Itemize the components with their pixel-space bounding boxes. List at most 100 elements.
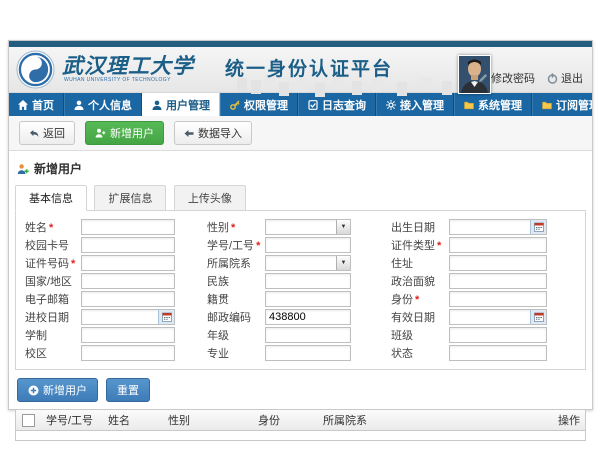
chevron-down-icon[interactable]: ▼ bbox=[336, 220, 350, 234]
nav-item-permissions[interactable]: 权限管理 bbox=[220, 93, 298, 116]
department-select[interactable]: ▼ bbox=[265, 255, 351, 271]
tab-extended-info[interactable]: 扩展信息 bbox=[94, 185, 166, 211]
major-input[interactable] bbox=[265, 345, 351, 361]
key-icon bbox=[230, 100, 240, 110]
university-logo-icon bbox=[16, 50, 55, 89]
chevron-down-icon[interactable]: ▼ bbox=[336, 256, 350, 270]
campus-input[interactable] bbox=[81, 345, 175, 361]
campus-label: 校区 bbox=[25, 345, 81, 361]
plus-circle-icon bbox=[28, 385, 39, 396]
nav-item-profile[interactable]: 个人信息 bbox=[64, 93, 142, 116]
campus-card-label: 校园卡号 bbox=[25, 237, 81, 253]
new-user-icon bbox=[17, 163, 29, 175]
major-label: 专业 bbox=[207, 345, 265, 361]
tab-upload-photo[interactable]: 上传头像 bbox=[174, 185, 246, 211]
nav-item-user-management[interactable]: 用户管理 bbox=[142, 93, 220, 116]
schooling-label: 学制 bbox=[25, 327, 81, 343]
grade-input[interactable] bbox=[265, 327, 351, 343]
country-label: 国家/地区 bbox=[25, 273, 81, 289]
name-input[interactable] bbox=[81, 219, 175, 235]
id-number-input[interactable] bbox=[81, 255, 175, 271]
ethnicity-input[interactable] bbox=[265, 273, 351, 289]
change-password-link[interactable]: 修改密码 bbox=[478, 70, 535, 86]
header: 武汉理工大学 WUHAN UNIVERSITY OF TECHNOLOGY 统一… bbox=[9, 47, 592, 93]
calendar-icon[interactable] bbox=[158, 310, 174, 324]
basic-info-form: 姓名* 性别* ▼ 出生日期 校园卡号 学号/工号* 证件类型* 证件号码* 所… bbox=[15, 210, 586, 370]
required-marker: * bbox=[231, 222, 235, 234]
political-status-label: 政治面貌 bbox=[391, 273, 449, 289]
form-row: 学制 年级 班级 bbox=[16, 326, 585, 343]
native-place-label: 籍贯 bbox=[207, 291, 265, 307]
select-all-checkbox[interactable] bbox=[22, 414, 35, 427]
left-arrow-icon bbox=[184, 129, 194, 138]
address-input[interactable] bbox=[449, 255, 547, 271]
university-name-en: WUHAN UNIVERSITY OF TECHNOLOGY bbox=[64, 77, 171, 83]
section-title: 新增用户 bbox=[34, 160, 82, 177]
form-row: 进校日期 邮政编码 有效日期 bbox=[16, 308, 585, 325]
gender-select[interactable]: ▼ bbox=[265, 219, 351, 235]
native-place-input[interactable] bbox=[265, 291, 351, 307]
required-marker: * bbox=[71, 258, 75, 270]
identity-input[interactable] bbox=[449, 291, 547, 307]
required-marker: * bbox=[49, 222, 53, 234]
column-department: 所属院系 bbox=[319, 412, 554, 428]
id-number-label: 证件号码* bbox=[25, 255, 81, 271]
back-arrow-icon bbox=[29, 129, 39, 138]
ethnicity-label: 民族 bbox=[207, 273, 265, 289]
email-input[interactable] bbox=[81, 291, 175, 307]
status-input[interactable] bbox=[449, 345, 547, 361]
nav-item-access[interactable]: 接入管理 bbox=[376, 93, 454, 116]
campus-card-input[interactable] bbox=[81, 237, 175, 253]
nav-item-logs[interactable]: 日志查询 bbox=[298, 93, 376, 116]
postal-code-input[interactable] bbox=[265, 309, 351, 325]
nav-item-system[interactable]: 系统管理 bbox=[454, 93, 532, 116]
back-button[interactable]: 返回 bbox=[19, 121, 75, 145]
nav-item-home[interactable]: 首页 bbox=[9, 93, 64, 116]
toolbar: 返回 新增用户 数据导入 bbox=[9, 116, 592, 151]
main-nav: 首页 个人信息 用户管理 权限管理 日志查询 接入管理 bbox=[9, 93, 592, 116]
enroll-date-label: 进校日期 bbox=[25, 309, 81, 325]
table-body-empty bbox=[16, 431, 585, 440]
valid-date-label: 有效日期 bbox=[391, 309, 449, 325]
country-input[interactable] bbox=[81, 273, 175, 289]
form-row: 电子邮箱 籍贯 身份* bbox=[16, 290, 585, 307]
add-user-button[interactable]: 新增用户 bbox=[85, 121, 164, 145]
submit-add-user-button[interactable]: 新增用户 bbox=[17, 378, 98, 402]
folder-icon bbox=[542, 100, 552, 110]
form-actions: 新增用户 重置 bbox=[17, 378, 584, 402]
folder-icon bbox=[464, 100, 474, 110]
user-icon bbox=[152, 100, 162, 110]
required-marker: * bbox=[256, 240, 260, 252]
class-label: 班级 bbox=[391, 327, 449, 343]
nav-item-subscription[interactable]: 订阅管理 bbox=[532, 93, 592, 116]
id-type-input[interactable] bbox=[449, 237, 547, 253]
form-row: 姓名* 性别* ▼ 出生日期 bbox=[16, 218, 585, 235]
column-name: 姓名 bbox=[104, 412, 164, 428]
gender-label: 性别* bbox=[207, 219, 265, 235]
power-icon bbox=[547, 73, 558, 84]
department-label: 所属院系 bbox=[207, 255, 265, 271]
required-marker: * bbox=[437, 240, 441, 252]
header-links: 修改密码 退出 bbox=[478, 70, 583, 86]
form-row: 校区 专业 状态 bbox=[16, 344, 585, 361]
app-window: 武汉理工大学 WUHAN UNIVERSITY OF TECHNOLOGY 统一… bbox=[8, 40, 593, 410]
data-import-button[interactable]: 数据导入 bbox=[174, 121, 252, 145]
birth-date-label: 出生日期 bbox=[391, 219, 449, 235]
class-input[interactable] bbox=[449, 327, 547, 343]
reset-button[interactable]: 重置 bbox=[106, 378, 150, 402]
calendar-icon[interactable] bbox=[530, 310, 546, 324]
schooling-years-input[interactable] bbox=[81, 327, 175, 343]
user-icon bbox=[74, 100, 84, 110]
form-row: 证件号码* 所属院系 ▼ 住址 bbox=[16, 254, 585, 271]
form-row: 校园卡号 学号/工号* 证件类型* bbox=[16, 236, 585, 253]
postal-code-label: 邮政编码 bbox=[207, 309, 265, 325]
university-name: 武汉理工大学 bbox=[62, 50, 194, 80]
log-icon bbox=[308, 100, 318, 110]
logout-link[interactable]: 退出 bbox=[547, 70, 583, 86]
calendar-icon[interactable] bbox=[530, 220, 546, 234]
section-header: 新增用户 bbox=[17, 160, 584, 177]
political-status-input[interactable] bbox=[449, 273, 547, 289]
student-id-label: 学号/工号* bbox=[207, 237, 265, 253]
tab-basic-info[interactable]: 基本信息 bbox=[15, 185, 87, 211]
student-id-input[interactable] bbox=[265, 237, 351, 253]
